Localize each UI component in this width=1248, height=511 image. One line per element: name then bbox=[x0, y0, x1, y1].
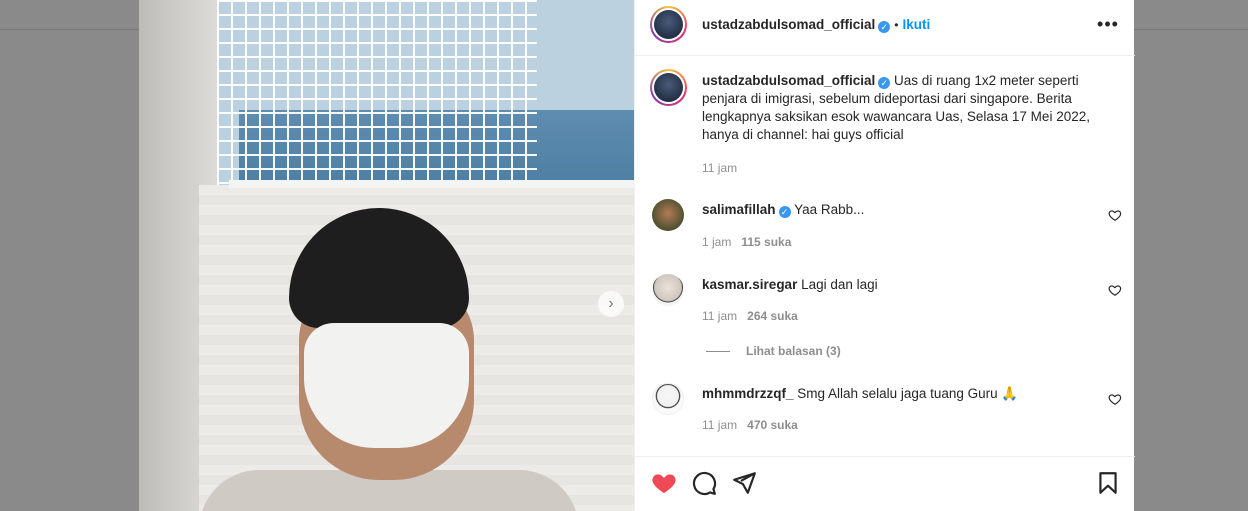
post-header: ustadzabdulsomad_official ✓ • Ikuti ••• bbox=[635, 0, 1135, 56]
view-replies-label: Lihat balasan (3) bbox=[746, 344, 841, 358]
chevron-right-icon: › bbox=[608, 295, 614, 312]
caption-author-username[interactable]: ustadzabdulsomad_official bbox=[702, 73, 875, 88]
follow-button[interactable]: Ikuti bbox=[902, 17, 930, 32]
comment-text: Yaa Rabb... bbox=[794, 202, 865, 217]
author-username[interactable]: ustadzabdulsomad_official bbox=[702, 17, 875, 32]
comment-text: Lagi dan lagi bbox=[801, 277, 878, 292]
comment-meta: 11 jam 470 suka bbox=[702, 418, 798, 432]
comment-body: mhmmdrzzqf_ Smg Allah selalu jaga tuang … bbox=[702, 386, 1018, 402]
paper-plane-icon[interactable] bbox=[731, 470, 757, 496]
comment-text: Smg Allah selalu jaga tuang Guru 🙏 bbox=[797, 386, 1019, 401]
post-caption: ustadzabdulsomad_official ✓ Uas di ruang … bbox=[702, 72, 1107, 144]
commenter-avatar[interactable] bbox=[652, 383, 684, 415]
comment-time[interactable]: 11 jam bbox=[702, 309, 737, 323]
post-photo bbox=[139, 0, 634, 511]
verified-badge-icon: ✓ bbox=[878, 21, 891, 33]
comment-likes[interactable]: 115 suka bbox=[741, 235, 791, 249]
comment-body: salimafillah ✓ Yaa Rabb... bbox=[702, 202, 864, 218]
comment-time[interactable]: 11 jam bbox=[702, 418, 737, 432]
heart-filled-icon[interactable] bbox=[651, 470, 677, 496]
bookmark-icon[interactable] bbox=[1095, 470, 1121, 496]
carousel-next-button[interactable]: › bbox=[598, 291, 624, 317]
commenter-avatar[interactable] bbox=[652, 199, 684, 231]
more-options-icon[interactable]: ••• bbox=[1095, 14, 1121, 34]
verified-badge-icon: ✓ bbox=[878, 77, 891, 89]
post-header-meta: ustadzabdulsomad_official ✓ • Ikuti bbox=[702, 16, 930, 34]
photo-face-mask bbox=[304, 323, 469, 448]
comment-likes[interactable]: 470 suka bbox=[747, 418, 798, 432]
commenter-avatar[interactable] bbox=[652, 274, 684, 306]
post-side-panel: ustadzabdulsomad_official ✓ • Ikuti ••• ust… bbox=[634, 0, 1135, 511]
comment-meta: 11 jam 264 suka bbox=[702, 309, 798, 323]
caption-author-avatar[interactable] bbox=[650, 69, 687, 106]
comment-bubble-icon[interactable] bbox=[691, 470, 717, 496]
comment-body: kasmar.siregar Lagi dan lagi bbox=[702, 277, 878, 292]
comment-time[interactable]: 1 jam bbox=[702, 235, 731, 249]
verified-badge-icon: ✓ bbox=[778, 206, 791, 218]
comment-likes[interactable]: 264 suka bbox=[747, 309, 798, 323]
separator-dot: • bbox=[894, 18, 899, 32]
commenter-username[interactable]: kasmar.siregar bbox=[702, 277, 797, 292]
photo-ledge bbox=[229, 180, 634, 188]
commenter-username[interactable]: salimafillah bbox=[702, 202, 776, 217]
comment-meta: 1 jam 115 suka bbox=[702, 235, 791, 249]
heart-outline-icon[interactable] bbox=[1108, 283, 1122, 297]
replies-divider-line bbox=[706, 350, 730, 352]
commenter-username[interactable]: mhmmdrzzqf_ bbox=[702, 386, 794, 401]
heart-outline-icon[interactable] bbox=[1108, 392, 1122, 406]
heart-outline-icon[interactable] bbox=[1108, 208, 1122, 222]
caption-time[interactable]: 11 jam bbox=[702, 161, 737, 175]
post-actions-bar bbox=[635, 456, 1135, 511]
photo-window-grid bbox=[217, 0, 537, 190]
view-replies-button[interactable]: Lihat balasan (3) bbox=[706, 344, 841, 358]
author-avatar[interactable] bbox=[650, 6, 687, 43]
